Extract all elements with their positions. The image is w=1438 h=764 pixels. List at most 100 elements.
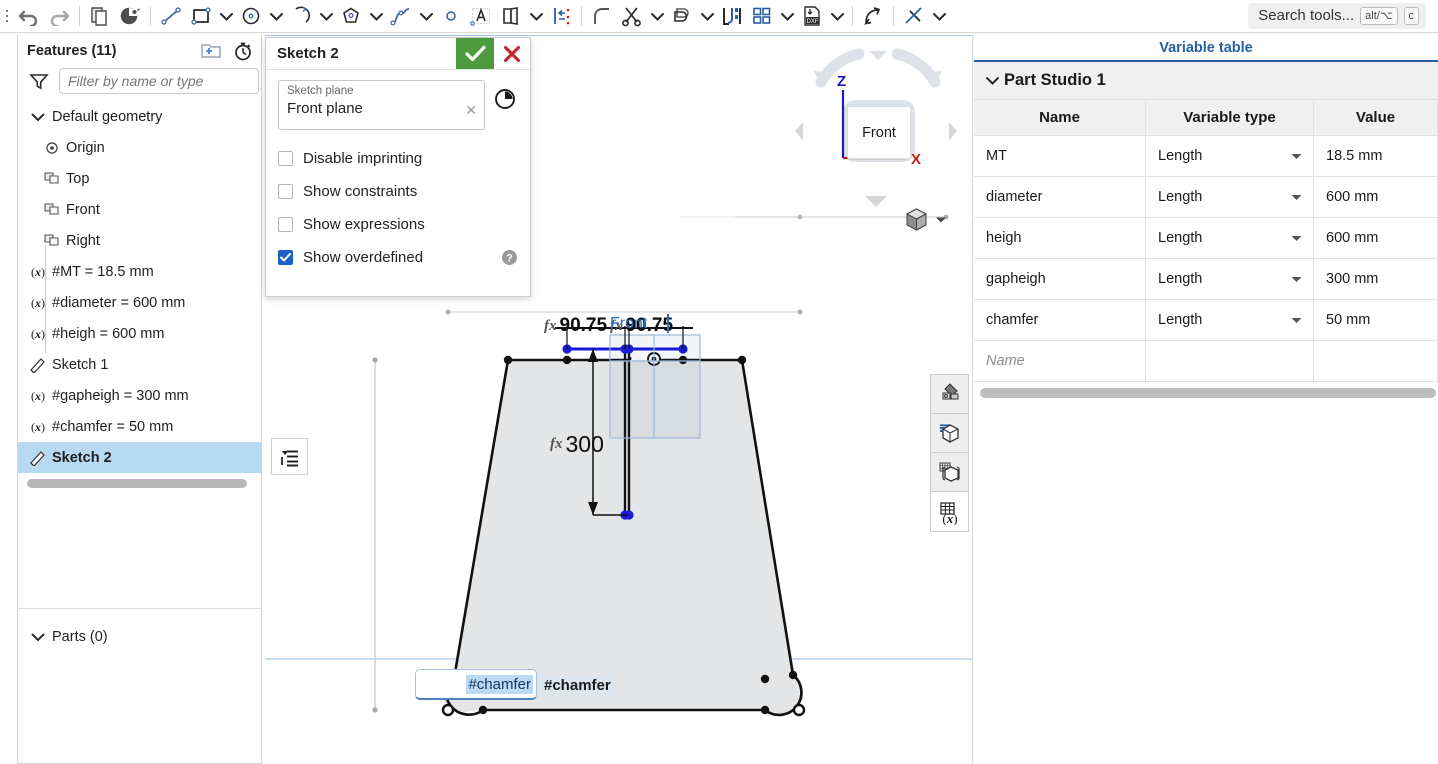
view-cube[interactable]: Z X Front bbox=[785, 40, 970, 230]
mirror-dropdown-caret-icon[interactable] bbox=[526, 1, 546, 31]
table-row[interactable]: diameter Length 600 mm bbox=[974, 177, 1438, 218]
constraint-icon[interactable] bbox=[899, 1, 929, 31]
cell-variable-name[interactable]: MT bbox=[974, 136, 1146, 176]
rollback-timer-icon[interactable] bbox=[233, 41, 253, 61]
dimension-label-top-left[interactable]: fx 90.75 bbox=[544, 315, 607, 337]
rectangle-dropdown-caret-icon[interactable] bbox=[216, 1, 236, 31]
cell-variable-value[interactable]: 600 mm bbox=[1314, 218, 1438, 258]
tree-item-variable-gapheigh[interactable]: (x) #gapheigh = 300 mm bbox=[18, 380, 261, 411]
appearance-icon[interactable] bbox=[931, 375, 968, 414]
constraint-dropdown-caret-icon[interactable] bbox=[929, 1, 949, 31]
help-icon[interactable]: ? bbox=[501, 249, 518, 266]
feature-list-icon[interactable] bbox=[271, 438, 308, 475]
checkbox-box[interactable] bbox=[278, 151, 293, 166]
tree-item-top-plane[interactable]: Top bbox=[18, 163, 261, 194]
dimension-label-gap-height[interactable]: fx 300 bbox=[550, 431, 604, 458]
chamfer-dimension-input[interactable]: #chamfer bbox=[415, 669, 537, 700]
cell-variable-type[interactable]: Length bbox=[1146, 177, 1314, 217]
point-icon[interactable] bbox=[436, 1, 466, 31]
spline-dropdown-caret-icon[interactable] bbox=[416, 1, 436, 31]
checkbox-show-constraints[interactable]: Show constraints bbox=[278, 175, 520, 208]
cell-variable-type[interactable]: Length bbox=[1146, 259, 1314, 299]
pattern-icon[interactable] bbox=[747, 1, 777, 31]
tree-item-variable-mt[interactable]: (x) #MT = 18.5 mm bbox=[18, 256, 261, 287]
filter-funnel-icon[interactable] bbox=[28, 72, 50, 91]
arc-icon[interactable] bbox=[286, 1, 316, 31]
cell-variable-name[interactable]: diameter bbox=[974, 177, 1146, 217]
cell-variable-value[interactable]: 600 mm bbox=[1314, 177, 1438, 217]
tree-item-right-plane[interactable]: Right bbox=[18, 225, 261, 256]
table-row[interactable]: heigh Length 600 mm bbox=[974, 218, 1438, 259]
use-icon[interactable] bbox=[717, 1, 747, 31]
variable-type-caret-icon[interactable] bbox=[1291, 235, 1302, 242]
arc-dropdown-caret-icon[interactable] bbox=[316, 1, 336, 31]
search-tools-input[interactable]: Search tools... alt/⌥ c bbox=[1248, 2, 1426, 30]
view-mode-caret-icon[interactable] bbox=[935, 216, 947, 224]
cell-variable-name[interactable]: chamfer bbox=[974, 300, 1146, 340]
new-folder-icon[interactable] bbox=[200, 42, 222, 59]
new-sketch-icon[interactable] bbox=[85, 1, 115, 31]
features-horizontal-scrollbar[interactable] bbox=[27, 479, 247, 488]
checkbox-box[interactable] bbox=[278, 184, 293, 199]
circle-dropdown-caret-icon[interactable] bbox=[266, 1, 286, 31]
undo-icon[interactable] bbox=[14, 1, 44, 31]
cell-variable-value[interactable]: 18.5 mm bbox=[1314, 136, 1438, 176]
checkbox-show-overdefined[interactable]: Show overdefined bbox=[278, 241, 520, 274]
tree-item-variable-chamfer[interactable]: (x) #chamfer = 50 mm bbox=[18, 411, 261, 442]
polygon-dropdown-caret-icon[interactable] bbox=[366, 1, 386, 31]
view-mode-control[interactable] bbox=[904, 207, 947, 232]
view-cube-face-front[interactable]: Front bbox=[847, 106, 911, 159]
sketch-entities-icon[interactable] bbox=[115, 1, 145, 31]
variable-type-caret-icon[interactable] bbox=[1291, 276, 1302, 283]
cell-variable-type[interactable]: Length bbox=[1146, 218, 1314, 258]
variable-table-horizontal-scrollbar[interactable] bbox=[980, 388, 1436, 398]
text-icon[interactable] bbox=[466, 1, 496, 31]
variable-type-caret-icon[interactable] bbox=[1291, 317, 1302, 324]
chamfer-autocomplete-suggestion[interactable]: #chamfer bbox=[537, 674, 618, 697]
pattern-dropdown-caret-icon[interactable] bbox=[777, 1, 797, 31]
cell-variable-type[interactable]: Length bbox=[1146, 136, 1314, 176]
parts-section-header[interactable]: Parts (0) bbox=[27, 621, 261, 652]
circle-icon[interactable] bbox=[236, 1, 266, 31]
variable-table-group-header[interactable]: Part Studio 1 bbox=[974, 62, 1438, 100]
tree-item-origin[interactable]: Origin bbox=[18, 132, 261, 163]
accept-checkmark-icon[interactable] bbox=[456, 38, 494, 69]
chevron-down-icon[interactable] bbox=[27, 112, 49, 122]
variable-table-icon[interactable]: (x) bbox=[931, 492, 968, 531]
shaded-cube-icon[interactable] bbox=[904, 207, 929, 232]
rectangle-icon[interactable] bbox=[186, 1, 216, 31]
cell-variable-value[interactable]: 50 mm bbox=[1314, 300, 1438, 340]
trim-dropdown-caret-icon[interactable] bbox=[647, 1, 667, 31]
clear-plane-icon[interactable]: ✕ bbox=[465, 102, 477, 119]
show-hide-icon[interactable] bbox=[931, 414, 968, 453]
fillet-icon[interactable] bbox=[587, 1, 617, 31]
chevron-down-icon[interactable] bbox=[986, 76, 999, 85]
cell-variable-name[interactable]: gapheigh bbox=[974, 259, 1146, 299]
sketch-history-icon[interactable] bbox=[493, 80, 520, 111]
tree-item-variable-diameter[interactable]: (x) #diameter = 600 mm bbox=[18, 287, 261, 318]
redo-icon[interactable] bbox=[44, 1, 74, 31]
toolbar-grip[interactable] bbox=[0, 0, 14, 33]
new-variable-type-cell[interactable] bbox=[1146, 341, 1314, 381]
trim-icon[interactable] bbox=[617, 1, 647, 31]
tree-item-sketch-1[interactable]: Sketch 1 bbox=[18, 349, 261, 380]
spline-icon[interactable] bbox=[386, 1, 416, 31]
transform-icon[interactable] bbox=[858, 1, 888, 31]
checkbox-show-expressions[interactable]: Show expressions bbox=[278, 208, 520, 241]
new-variable-value-cell[interactable] bbox=[1314, 341, 1438, 381]
table-row[interactable]: MT Length 18.5 mm bbox=[974, 136, 1438, 177]
variable-type-caret-icon[interactable] bbox=[1291, 194, 1302, 201]
tab-variable-table[interactable]: Variable table bbox=[1159, 40, 1253, 56]
checkbox-disable-imprinting[interactable]: Disable imprinting bbox=[278, 142, 520, 175]
offset-icon[interactable] bbox=[667, 1, 697, 31]
variable-type-caret-icon[interactable] bbox=[1291, 153, 1302, 160]
checkbox-box[interactable] bbox=[278, 250, 293, 265]
cell-variable-type[interactable]: Length bbox=[1146, 300, 1314, 340]
table-row-new[interactable]: Name bbox=[974, 341, 1438, 382]
table-row[interactable]: gapheigh Length 300 mm bbox=[974, 259, 1438, 300]
offset-dropdown-caret-icon[interactable] bbox=[697, 1, 717, 31]
line-icon[interactable] bbox=[156, 1, 186, 31]
mirror-icon[interactable] bbox=[496, 1, 526, 31]
checkbox-box[interactable] bbox=[278, 217, 293, 232]
tree-item-front-plane[interactable]: Front bbox=[18, 194, 261, 225]
